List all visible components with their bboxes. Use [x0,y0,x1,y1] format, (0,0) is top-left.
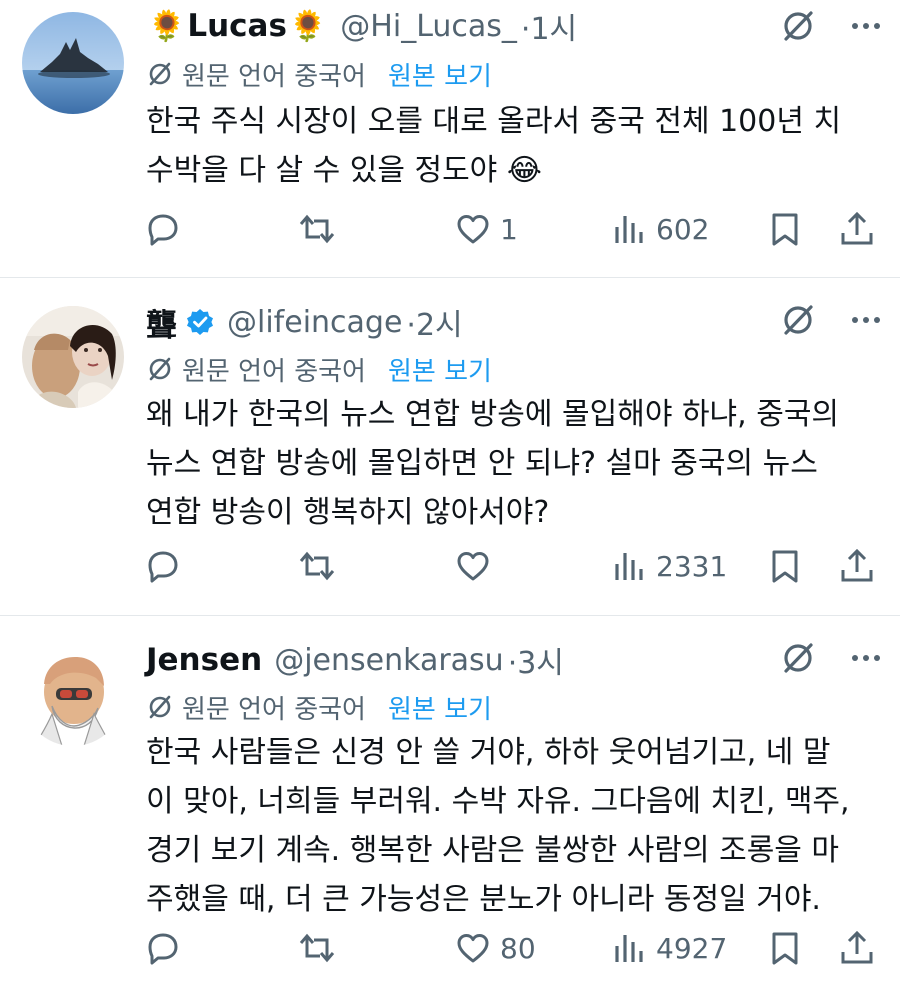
share-icon [841,211,873,245]
sunflower-emoji: 🌻 [148,8,186,44]
show-original-link[interactable]: 원본 보기 [388,351,492,388]
display-name[interactable]: Lucas [187,8,287,44]
tweet-text-line: 경기 보기 계속. 행복한 사람은 불쌍한 사람의 조롱을 마 [146,833,840,868]
sunflower-emoji: 🌻 [288,8,327,44]
tweet[interactable]: Jensen @jensenkarasu ·3시 원문 언어 중국어 원본 보기… [0,616,900,985]
translation-source-label: 원문 언어 중국어 [182,61,366,92]
timestamp[interactable]: ·1시 [521,4,577,48]
share-button[interactable] [838,204,876,254]
repost-button[interactable] [298,923,344,973]
reply-icon [148,933,178,965]
repost-button[interactable] [298,204,344,254]
like-button[interactable]: 80 [454,923,536,973]
translate-slash-icon [149,695,171,719]
views-bar-icon [615,553,643,580]
display-name[interactable]: Jensen [146,642,262,678]
like-button[interactable]: 1 [454,204,518,254]
tweet-text-line: 뉴스 연합 방송에 몰입하면 안 되냐? 설마 중국의 뉴스 [146,446,818,481]
user-handle[interactable]: @Hi_Lucas_ [340,9,517,44]
user-handle[interactable]: @lifeincage [227,305,402,340]
share-icon [841,548,873,582]
view-count: 4927 [656,931,728,965]
share-button[interactable] [838,541,876,591]
avatar[interactable] [22,306,124,408]
grok-slash-icon[interactable] [778,638,818,682]
reply-icon [148,551,178,583]
reply-button[interactable] [144,923,190,973]
verified-badge-icon [185,307,215,337]
tweet-text-line: 주했을 때, 더 큰 가능성은 분노가 아니라 동정일 거야. [146,882,821,917]
translate-slash-icon [149,62,171,86]
like-count: 80 [500,931,536,965]
tweet-text-line: 왜 내가 한국의 뉴스 연합 방송에 몰입해야 하냐, 중국의 [146,397,840,432]
tweet-text-line: 한국 주식 시장이 오를 대로 올라서 중국 전체 100년 치 [146,104,842,139]
like-button[interactable] [454,541,500,591]
views-bar-icon [615,216,643,243]
like-count: 1 [500,212,518,246]
tweet-text-line: 한국 사람들은 신경 안 쓸 거야, 하하 웃어넘기고, 네 말 [146,735,831,770]
view-count: 602 [656,212,710,246]
avatar[interactable] [22,644,124,746]
bookmark-icon [772,550,798,583]
bookmark-button[interactable] [766,923,804,973]
grok-slash-icon[interactable] [778,300,818,344]
repost-icon [299,214,335,244]
bookmark-icon [772,213,798,246]
views-button[interactable]: 4927 [610,923,727,973]
repost-icon [299,933,335,963]
bookmark-icon [772,932,798,965]
bookmark-button[interactable] [766,541,804,591]
heart-icon [457,552,489,581]
translate-slash-icon [149,357,171,381]
tweet-text-line: 이 맞아, 너희들 부러워. 수박 자유. 그다음에 치킨, 맥주, [146,784,850,819]
more-dots-icon[interactable] [846,6,886,50]
tweet-text-line: 연합 방송이 행복하지 않아서야? [146,495,550,530]
tweet-text: 한국 사람들은 신경 안 쓸 거야, 하하 웃어넘기고, 네 말 이 맞아, 너… [146,728,886,924]
share-button[interactable] [838,923,876,973]
more-dots-icon[interactable] [846,638,886,682]
tweet[interactable]: 聾 @lifeincage ·2시 원문 언어 중국어 원본 보기 왜 내가 한… [0,278,900,614]
show-original-link[interactable]: 원본 보기 [388,689,492,726]
show-original-link[interactable]: 원본 보기 [388,56,492,93]
views-button[interactable]: 602 [610,204,709,254]
heart-icon [457,215,489,244]
translation-source-label: 원문 언어 중국어 [182,356,366,387]
views-bar-icon [615,935,643,962]
user-handle[interactable]: @jensenkarasu [274,643,504,678]
timestamp[interactable]: ·2시 [406,300,462,344]
tweet-text: 한국 주식 시장이 오를 대로 올라서 중국 전체 100년 치 수박을 다 살… [146,97,886,195]
bookmark-button[interactable] [766,204,804,254]
timestamp[interactable]: ·3시 [508,638,564,682]
grok-slash-icon[interactable] [778,6,818,50]
reply-icon [148,214,178,246]
views-button[interactable]: 2331 [610,541,727,591]
display-name[interactable]: 聾 [146,300,177,345]
tweet-text: 왜 내가 한국의 뉴스 연합 방송에 몰입해야 하냐, 중국의 뉴스 연합 방송… [146,390,886,537]
repost-icon [299,551,335,581]
view-count: 2331 [656,549,728,583]
avatar[interactable] [22,12,124,114]
tweet-text-line: 수박을 다 살 수 있을 정도야 😂 [146,153,542,188]
repost-button[interactable] [298,541,344,591]
reply-button[interactable] [144,204,190,254]
share-icon [841,930,873,964]
reply-button[interactable] [144,541,190,591]
tweet[interactable]: 🌻 Lucas 🌻 @Hi_Lucas_ ·1시 원문 언어 중국어 원본 보기… [0,0,900,275]
more-dots-icon[interactable] [846,300,886,344]
translation-source-label: 원문 언어 중국어 [182,694,366,725]
heart-icon [457,934,489,963]
